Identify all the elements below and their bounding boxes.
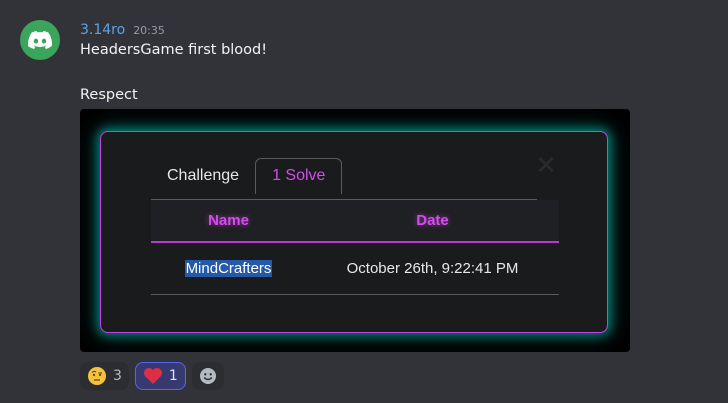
attached-image[interactable]: ✕ Challenge 1 Solve Name Date MindCrafte… [80,109,630,352]
discord-logo-icon [28,31,52,49]
reactions-bar: 3 1 [80,362,224,390]
tab-solves: 1 Solve [255,158,343,194]
message-text: Respect [80,87,138,103]
team-name: MindCrafters [184,260,273,277]
modal-tabs: Challenge 1 Solve [151,158,343,194]
timestamp[interactable]: 20:35 [133,24,165,37]
solves-table: Name Date MindCrafters October 26th, 9:2… [151,200,559,295]
cell-name: MindCrafters [151,260,306,277]
message-header: 3.14ro 20:35 [80,22,165,38]
cell-date: October 26th, 9:22:41 PM [346,260,519,277]
solves-modal: ✕ Challenge 1 Solve Name Date MindCrafte… [100,131,608,333]
table-header: Name Date [151,200,559,243]
reaction-heart[interactable]: 1 [134,362,186,390]
reaction-count: 1 [168,368,178,384]
close-icon: ✕ [535,151,557,181]
red-heart-icon [143,368,162,384]
header-date: Date [416,212,449,229]
tab-challenge: Challenge [167,167,240,184]
avatar[interactable] [20,20,60,60]
reaction-raised-eyebrow[interactable]: 3 [80,362,129,390]
username[interactable]: 3.14ro [80,22,125,38]
add-reaction-button[interactable] [191,362,224,390]
reaction-count: 3 [113,368,122,384]
message-text: HeadersGame first blood! [80,42,268,58]
add-emoji-icon [199,368,216,384]
face-with-raised-eyebrow-icon [88,367,106,385]
header-name: Name [208,212,249,229]
table-row: MindCrafters October 26th, 9:22:41 PM [151,243,559,295]
